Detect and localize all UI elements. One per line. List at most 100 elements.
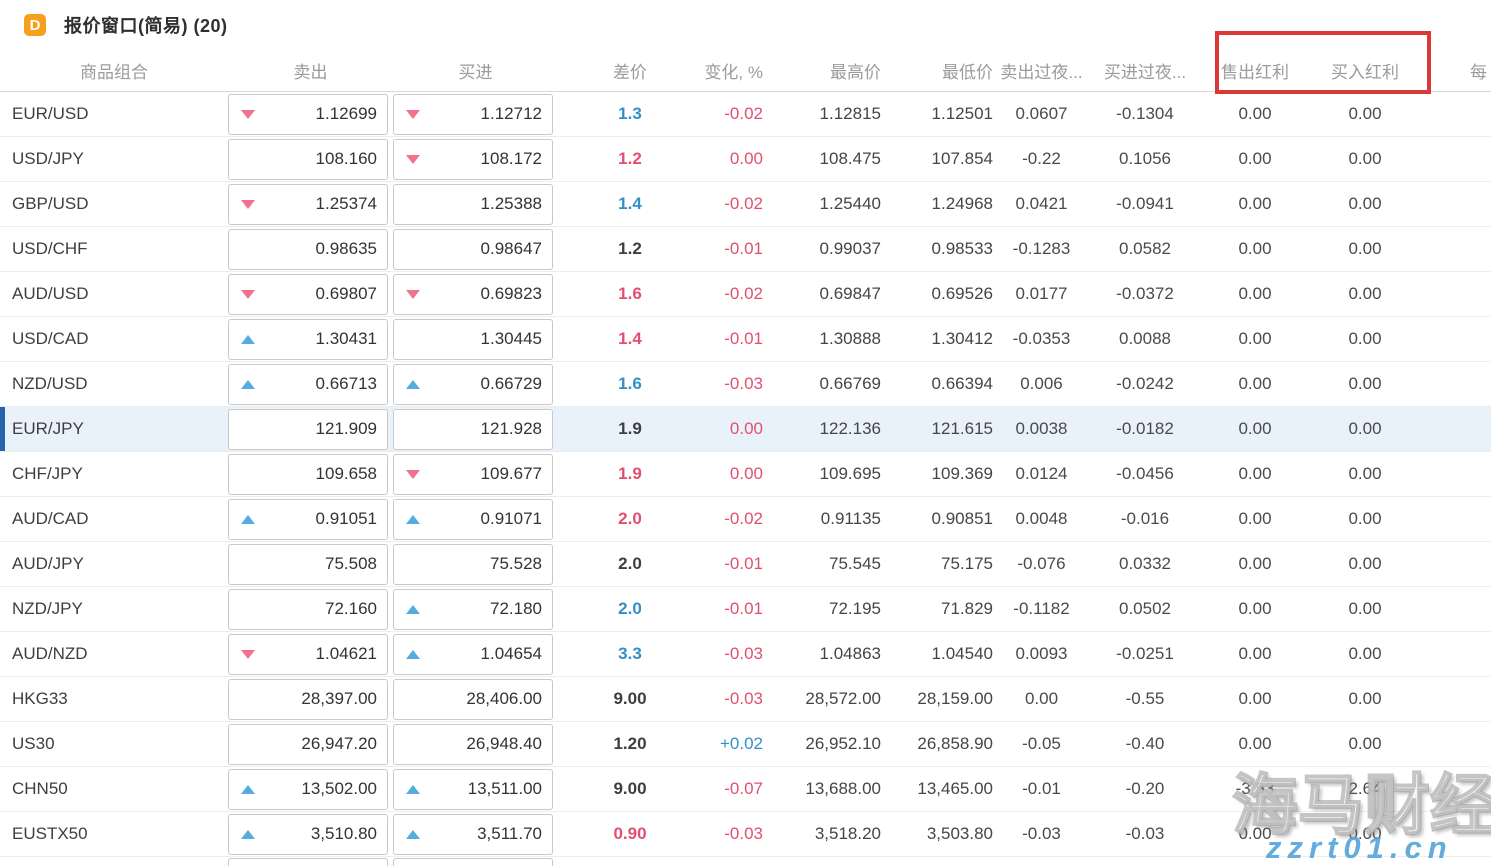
table-row[interactable]: EUR/JPY 121.909 121.928 1.9 0.00 122.136… (0, 407, 1491, 452)
sell-quote-button[interactable]: 13,502.00 (228, 769, 388, 810)
sell-quote-button[interactable]: 75.508 (228, 544, 388, 585)
sell-dividend-value: 0.00 (1200, 239, 1310, 259)
buy-quote-button[interactable]: 28,406.00 (393, 679, 553, 720)
spread-value: 1.3 (558, 104, 702, 124)
sell-quote-button[interactable]: 0.66713 (228, 364, 388, 405)
buy-quote-button[interactable]: 0.91071 (393, 499, 553, 540)
sell-price: 28,397.00 (301, 689, 377, 709)
table-row[interactable]: AUD/NZD 1.04621 1.04654 3.3 -0.03 1.0486… (0, 632, 1491, 677)
buy-quote-button[interactable]: 0.69823 (393, 274, 553, 315)
buy-quote-button[interactable]: 1.30445 (393, 319, 553, 360)
sell-quote-button[interactable]: 0.69807 (228, 274, 388, 315)
header-extra[interactable]: 每 (1420, 58, 1491, 83)
high-value: 13,688.00 (763, 779, 881, 799)
sell-quote-button[interactable]: 3,510.80 (228, 814, 388, 855)
header-sell-dividend[interactable]: 售出红利 (1200, 58, 1310, 83)
high-value: 0.99037 (763, 239, 881, 259)
sell-overnight-value: 0.0093 (993, 644, 1090, 664)
spread-value: 2.0 (558, 509, 702, 529)
table-row[interactable]: EUSTX50 3,510.80 3,511.70 0.90 -0.03 3,5… (0, 812, 1491, 857)
sell-quote-button[interactable]: 72.160 (228, 589, 388, 630)
header-product[interactable]: 商品组合 (0, 58, 228, 83)
sell-quote-button[interactable]: 0.91051 (228, 499, 388, 540)
buy-price: 108.172 (481, 149, 542, 169)
table-header-row: 商品组合 卖出 买进 差价 变化, % 最高价 最低价 卖出过夜... 买进过夜… (0, 50, 1491, 92)
header-sell-overnight[interactable]: 卖出过夜... (993, 58, 1090, 83)
change-percent-value: -0.02 (702, 509, 763, 529)
buy-quote-button[interactable]: 75.528 (393, 544, 553, 585)
table-row[interactable]: CHN50 13,502.00 13,511.00 9.00 -0.07 13,… (0, 767, 1491, 812)
buy-quote-button[interactable]: 13,511.00 (393, 769, 553, 810)
header-buy-overnight[interactable]: 买进过夜... (1090, 58, 1200, 83)
buy-overnight-value: -0.0182 (1090, 419, 1200, 439)
header-change[interactable]: 变化, % (702, 58, 763, 83)
arrow-up-icon (241, 380, 255, 389)
sell-quote-button[interactable] (228, 858, 388, 866)
table-row[interactable]: NZD/USD 0.66713 0.66729 1.6 -0.03 0.6676… (0, 362, 1491, 407)
buy-quote-button[interactable]: 1.04654 (393, 634, 553, 675)
quote-window: D 报价窗口(简易) (20) 商品组合 卖出 买进 差价 变化, % 最高价 … (0, 0, 1491, 866)
sell-quote-button[interactable]: 26,947.20 (228, 724, 388, 765)
high-value: 1.25440 (763, 194, 881, 214)
buy-quote-button[interactable]: 72.180 (393, 589, 553, 630)
buy-dividend-value: 0.00 (1310, 824, 1420, 844)
buy-price: 72.180 (490, 599, 542, 619)
sell-quote-button[interactable]: 0.98635 (228, 229, 388, 270)
low-value: 71.829 (881, 599, 993, 619)
buy-quote-button[interactable]: 3,511.70 (393, 814, 553, 855)
buy-price: 75.528 (490, 554, 542, 574)
low-value: 0.69526 (881, 284, 993, 304)
sell-quote-button[interactable]: 121.909 (228, 409, 388, 450)
header-low[interactable]: 最低价 (881, 58, 993, 83)
header-sell[interactable]: 卖出 (228, 58, 393, 83)
sell-overnight-value: -0.076 (993, 554, 1090, 574)
app-d-icon: D (24, 14, 46, 36)
table-row[interactable]: USD/CAD 1.30431 1.30445 1.4 -0.01 1.3088… (0, 317, 1491, 362)
sell-quote-button[interactable]: 1.12699 (228, 94, 388, 135)
header-buy[interactable]: 买进 (393, 58, 558, 83)
buy-quote-button[interactable]: 26,948.40 (393, 724, 553, 765)
table-row[interactable]: AUD/CAD 0.91051 0.91071 2.0 -0.02 0.9113… (0, 497, 1491, 542)
buy-price: 1.30445 (481, 329, 542, 349)
header-high[interactable]: 最高价 (763, 58, 881, 83)
table-row[interactable]: USD/JPY 108.160 108.172 1.2 0.00 108.475… (0, 137, 1491, 182)
buy-quote-button[interactable]: 108.172 (393, 139, 553, 180)
high-value: 1.12815 (763, 104, 881, 124)
spread-value: 1.20 (558, 734, 702, 754)
table-row[interactable]: USD/CHF 0.98635 0.98647 1.2 -0.01 0.9903… (0, 227, 1491, 272)
header-buy-dividend[interactable]: 买入红利 (1310, 58, 1420, 83)
buy-overnight-value: -0.016 (1090, 509, 1200, 529)
table-row[interactable]: HKG33 28,397.00 28,406.00 9.00 -0.03 28,… (0, 677, 1491, 722)
buy-quote-button[interactable]: 1.25388 (393, 184, 553, 225)
buy-quote-button[interactable]: 1.12712 (393, 94, 553, 135)
symbol-label: USD/JPY (0, 149, 228, 169)
sell-quote-button[interactable]: 109.658 (228, 454, 388, 495)
table-row[interactable]: GBP/USD 1.25374 1.25388 1.4 -0.02 1.2544… (0, 182, 1491, 227)
high-value: 108.475 (763, 149, 881, 169)
buy-quote-button[interactable]: 121.928 (393, 409, 553, 450)
low-value: 109.369 (881, 464, 993, 484)
buy-price: 3,511.70 (477, 824, 542, 844)
buy-quote-button[interactable]: 0.66729 (393, 364, 553, 405)
header-spread[interactable]: 差价 (558, 58, 702, 83)
table-row[interactable]: US30 26,947.20 26,948.40 1.20 +0.02 26,9… (0, 722, 1491, 767)
buy-quote-button[interactable]: 109.677 (393, 454, 553, 495)
sell-quote-button[interactable]: 1.30431 (228, 319, 388, 360)
symbol-label: NZD/JPY (0, 599, 228, 619)
table-row[interactable]: EUR/USD 1.12699 1.12712 1.3 -0.02 1.1281… (0, 92, 1491, 137)
arrow-up-icon (406, 650, 420, 659)
table-row[interactable]: NZD/JPY 72.160 72.180 2.0 -0.01 72.195 7… (0, 587, 1491, 632)
table-row[interactable]: CHF/JPY 109.658 109.677 1.9 0.00 109.695… (0, 452, 1491, 497)
sell-price: 72.160 (325, 599, 377, 619)
symbol-label: EUR/JPY (0, 419, 228, 439)
buy-quote-button[interactable] (393, 858, 553, 866)
arrow-down-icon (406, 470, 420, 479)
table-row[interactable]: AUD/JPY 75.508 75.528 2.0 -0.01 75.545 7… (0, 542, 1491, 587)
buy-quote-button[interactable]: 0.98647 (393, 229, 553, 270)
sell-quote-button[interactable]: 28,397.00 (228, 679, 388, 720)
sell-quote-button[interactable]: 1.04621 (228, 634, 388, 675)
sell-quote-button[interactable]: 1.25374 (228, 184, 388, 225)
table-row[interactable]: AUD/USD 0.69807 0.69823 1.6 -0.02 0.6984… (0, 272, 1491, 317)
sell-quote-button[interactable]: 108.160 (228, 139, 388, 180)
sell-dividend-value: 0.00 (1200, 374, 1310, 394)
